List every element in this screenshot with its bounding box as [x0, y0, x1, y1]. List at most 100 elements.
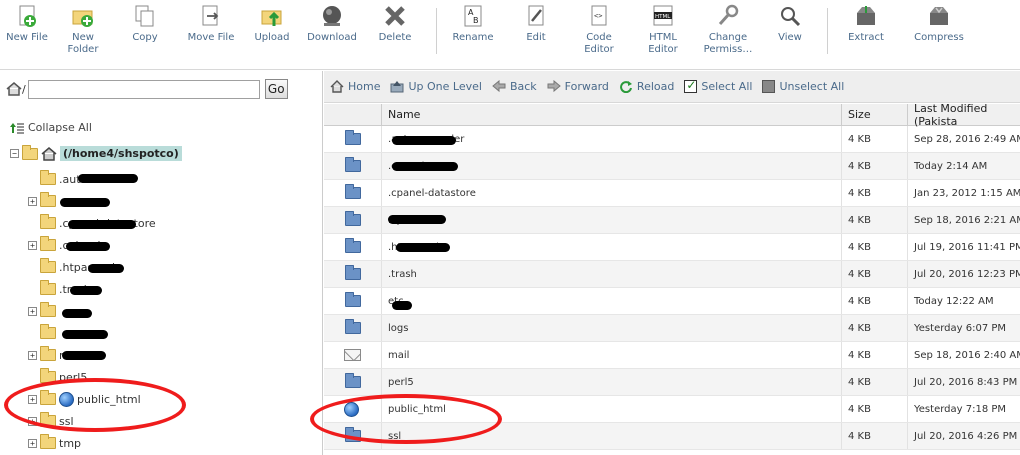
new-file-button[interactable]: New File [6, 4, 48, 66]
new-folder-icon [72, 10, 93, 27]
extract-button[interactable]: Extract [834, 4, 898, 66]
file-modified: Jul 20, 2016 8:43 PM [914, 376, 1018, 388]
tree-expand-toggle[interactable]: + [28, 196, 37, 206]
reload-label: Reload [636, 80, 675, 93]
table-row[interactable]: mail 4 KB Sep 18, 2016 2:40 AM [324, 342, 1020, 369]
table-row[interactable]: etc4 KB Today 12:22 AM [324, 288, 1020, 315]
file-modified: Sep 28, 2016 2:49 AM [914, 133, 1020, 145]
folder-icon [40, 434, 56, 449]
toolbar-button-label: Rename [452, 32, 494, 43]
table-row[interactable]: .cpanel-datastore 4 KB Jan 23, 2012 1:15 A… [324, 180, 1020, 207]
table-row[interactable]: perl5 4 KB Jul 20, 2016 8:43 PM [324, 369, 1020, 396]
tree-item[interactable]: + tmp [28, 432, 156, 454]
redaction-mark [62, 309, 92, 318]
toolbar-button-label: Delete [378, 32, 412, 43]
file-name[interactable]: logs [382, 315, 842, 341]
file-size: 4 KB [842, 153, 908, 179]
edit-button[interactable]: Edit [513, 4, 559, 66]
annotation-circle [4, 378, 186, 432]
unselect-all-button[interactable]: Unselect All [762, 80, 844, 93]
file-name[interactable]: perl5 [382, 369, 842, 395]
up-level-icon [390, 81, 404, 93]
tree-collapse-toggle[interactable]: − [10, 149, 19, 158]
file-icon-cell [324, 342, 382, 368]
folder-icon [344, 373, 361, 388]
permissions-button[interactable]: Change Permiss… [697, 4, 759, 66]
delete-button[interactable]: Delete [370, 4, 420, 66]
file-name[interactable]: .trash [382, 261, 842, 287]
folder-icon [344, 211, 361, 226]
select-all-button[interactable]: Select All [684, 78, 752, 93]
go-button[interactable]: Go [264, 79, 288, 99]
file-modified: Jul 20, 2016 12:23 PM [914, 268, 1020, 280]
file-modified: Yesterday 6:07 PM [914, 322, 1007, 334]
toolbar-button-label: Change Permiss… [703, 32, 753, 55]
redaction-mark [70, 286, 102, 295]
table-row[interactable]: .trash 4 KB Jul 20, 2016 12:23 PM [324, 261, 1020, 288]
file-modified: Jan 23, 2012 1:15 AM [914, 187, 1020, 199]
tree-item[interactable]: + [28, 300, 156, 322]
toolbar-button-label: Copy [132, 32, 158, 43]
tree-item-label: tmp [59, 436, 82, 450]
tree-root-label: (/home4/shspotco) [60, 146, 182, 161]
html-editor-button[interactable]: HTML HTML Editor [639, 4, 687, 66]
delete-icon [385, 6, 405, 26]
folder-icon [344, 265, 361, 280]
checkbox-unchecked-icon [762, 80, 776, 93]
file-name[interactable]: etc [382, 288, 842, 314]
move-file-button[interactable]: Move File [182, 4, 240, 66]
modified-column-header[interactable]: Last Modified (Pakista [908, 102, 1020, 128]
tree-root[interactable]: − (/home4/shspotco) [10, 144, 182, 161]
file-modified: Jul 19, 2016 11:41 PM [914, 241, 1020, 253]
collapse-all-label: Collapse All [28, 121, 92, 134]
folder-icon [40, 236, 56, 251]
redaction-mark [62, 351, 106, 360]
toolbar-button-label: New File [6, 32, 48, 43]
name-column-header[interactable]: Name [382, 104, 842, 125]
code-editor-button[interactable]: <> Code Editor [569, 4, 629, 66]
file-name[interactable]: mail [382, 342, 842, 368]
home-icon[interactable] [6, 82, 22, 96]
file-size: 4 KB [842, 396, 908, 422]
tree-expand-toggle[interactable]: + [28, 438, 37, 448]
upload-button[interactable]: Upload [250, 4, 294, 66]
file-modified: Sep 18, 2016 2:40 AM [914, 349, 1020, 361]
file-icon-cell [324, 207, 382, 233]
reload-button[interactable]: Reload [619, 80, 674, 93]
tree-expand-toggle[interactable]: + [28, 350, 37, 360]
file-size: 4 KB [842, 342, 908, 368]
copy-button[interactable]: Copy [118, 4, 172, 66]
up-one-level-button[interactable]: Up One Level [390, 80, 482, 93]
toolbar-button-label: New Folder [67, 32, 99, 55]
navigation-bar: Home Up One Level Back Forward Reload Se… [324, 71, 1020, 103]
extract-icon [857, 6, 875, 25]
svg-text:<>: <> [594, 12, 602, 20]
folder-icon [40, 258, 56, 273]
new-folder-button[interactable]: New Folder [58, 4, 108, 66]
new-file-icon [19, 5, 36, 27]
toolbar-button-label: Upload [254, 32, 290, 43]
folder-icon [40, 214, 56, 229]
size-column-header[interactable]: Size [842, 104, 908, 125]
rename-button[interactable]: A B Rename [443, 4, 503, 66]
path-input[interactable] [27, 79, 260, 99]
file-modified: Today 12:22 AM [914, 295, 994, 307]
forward-button[interactable]: Forward [547, 80, 609, 93]
download-button[interactable]: Download [304, 4, 360, 66]
table-row[interactable]: logs 4 KB Yesterday 6:07 PM [324, 315, 1020, 342]
collapse-all-link[interactable]: Collapse All [10, 121, 92, 134]
file-size: 4 KB [842, 369, 908, 395]
compress-button[interactable]: Compress [908, 4, 970, 66]
file-icon-cell [324, 369, 382, 395]
file-modified: Today 2:14 AM [914, 160, 988, 172]
home-button[interactable]: Home [330, 80, 380, 93]
view-button[interactable]: View [769, 4, 811, 66]
file-name[interactable]: .cphorde [382, 207, 842, 233]
file-name[interactable]: .cpanel-datastore [382, 180, 842, 206]
file-modified: Sep 18, 2016 2:21 AM [914, 214, 1020, 226]
folder-icon [344, 130, 361, 145]
back-button[interactable]: Back [492, 80, 537, 93]
tree-expand-toggle[interactable]: + [28, 240, 37, 250]
tree-expand-toggle[interactable]: + [28, 306, 37, 316]
file-name[interactable]: .htpasswds [382, 234, 842, 260]
